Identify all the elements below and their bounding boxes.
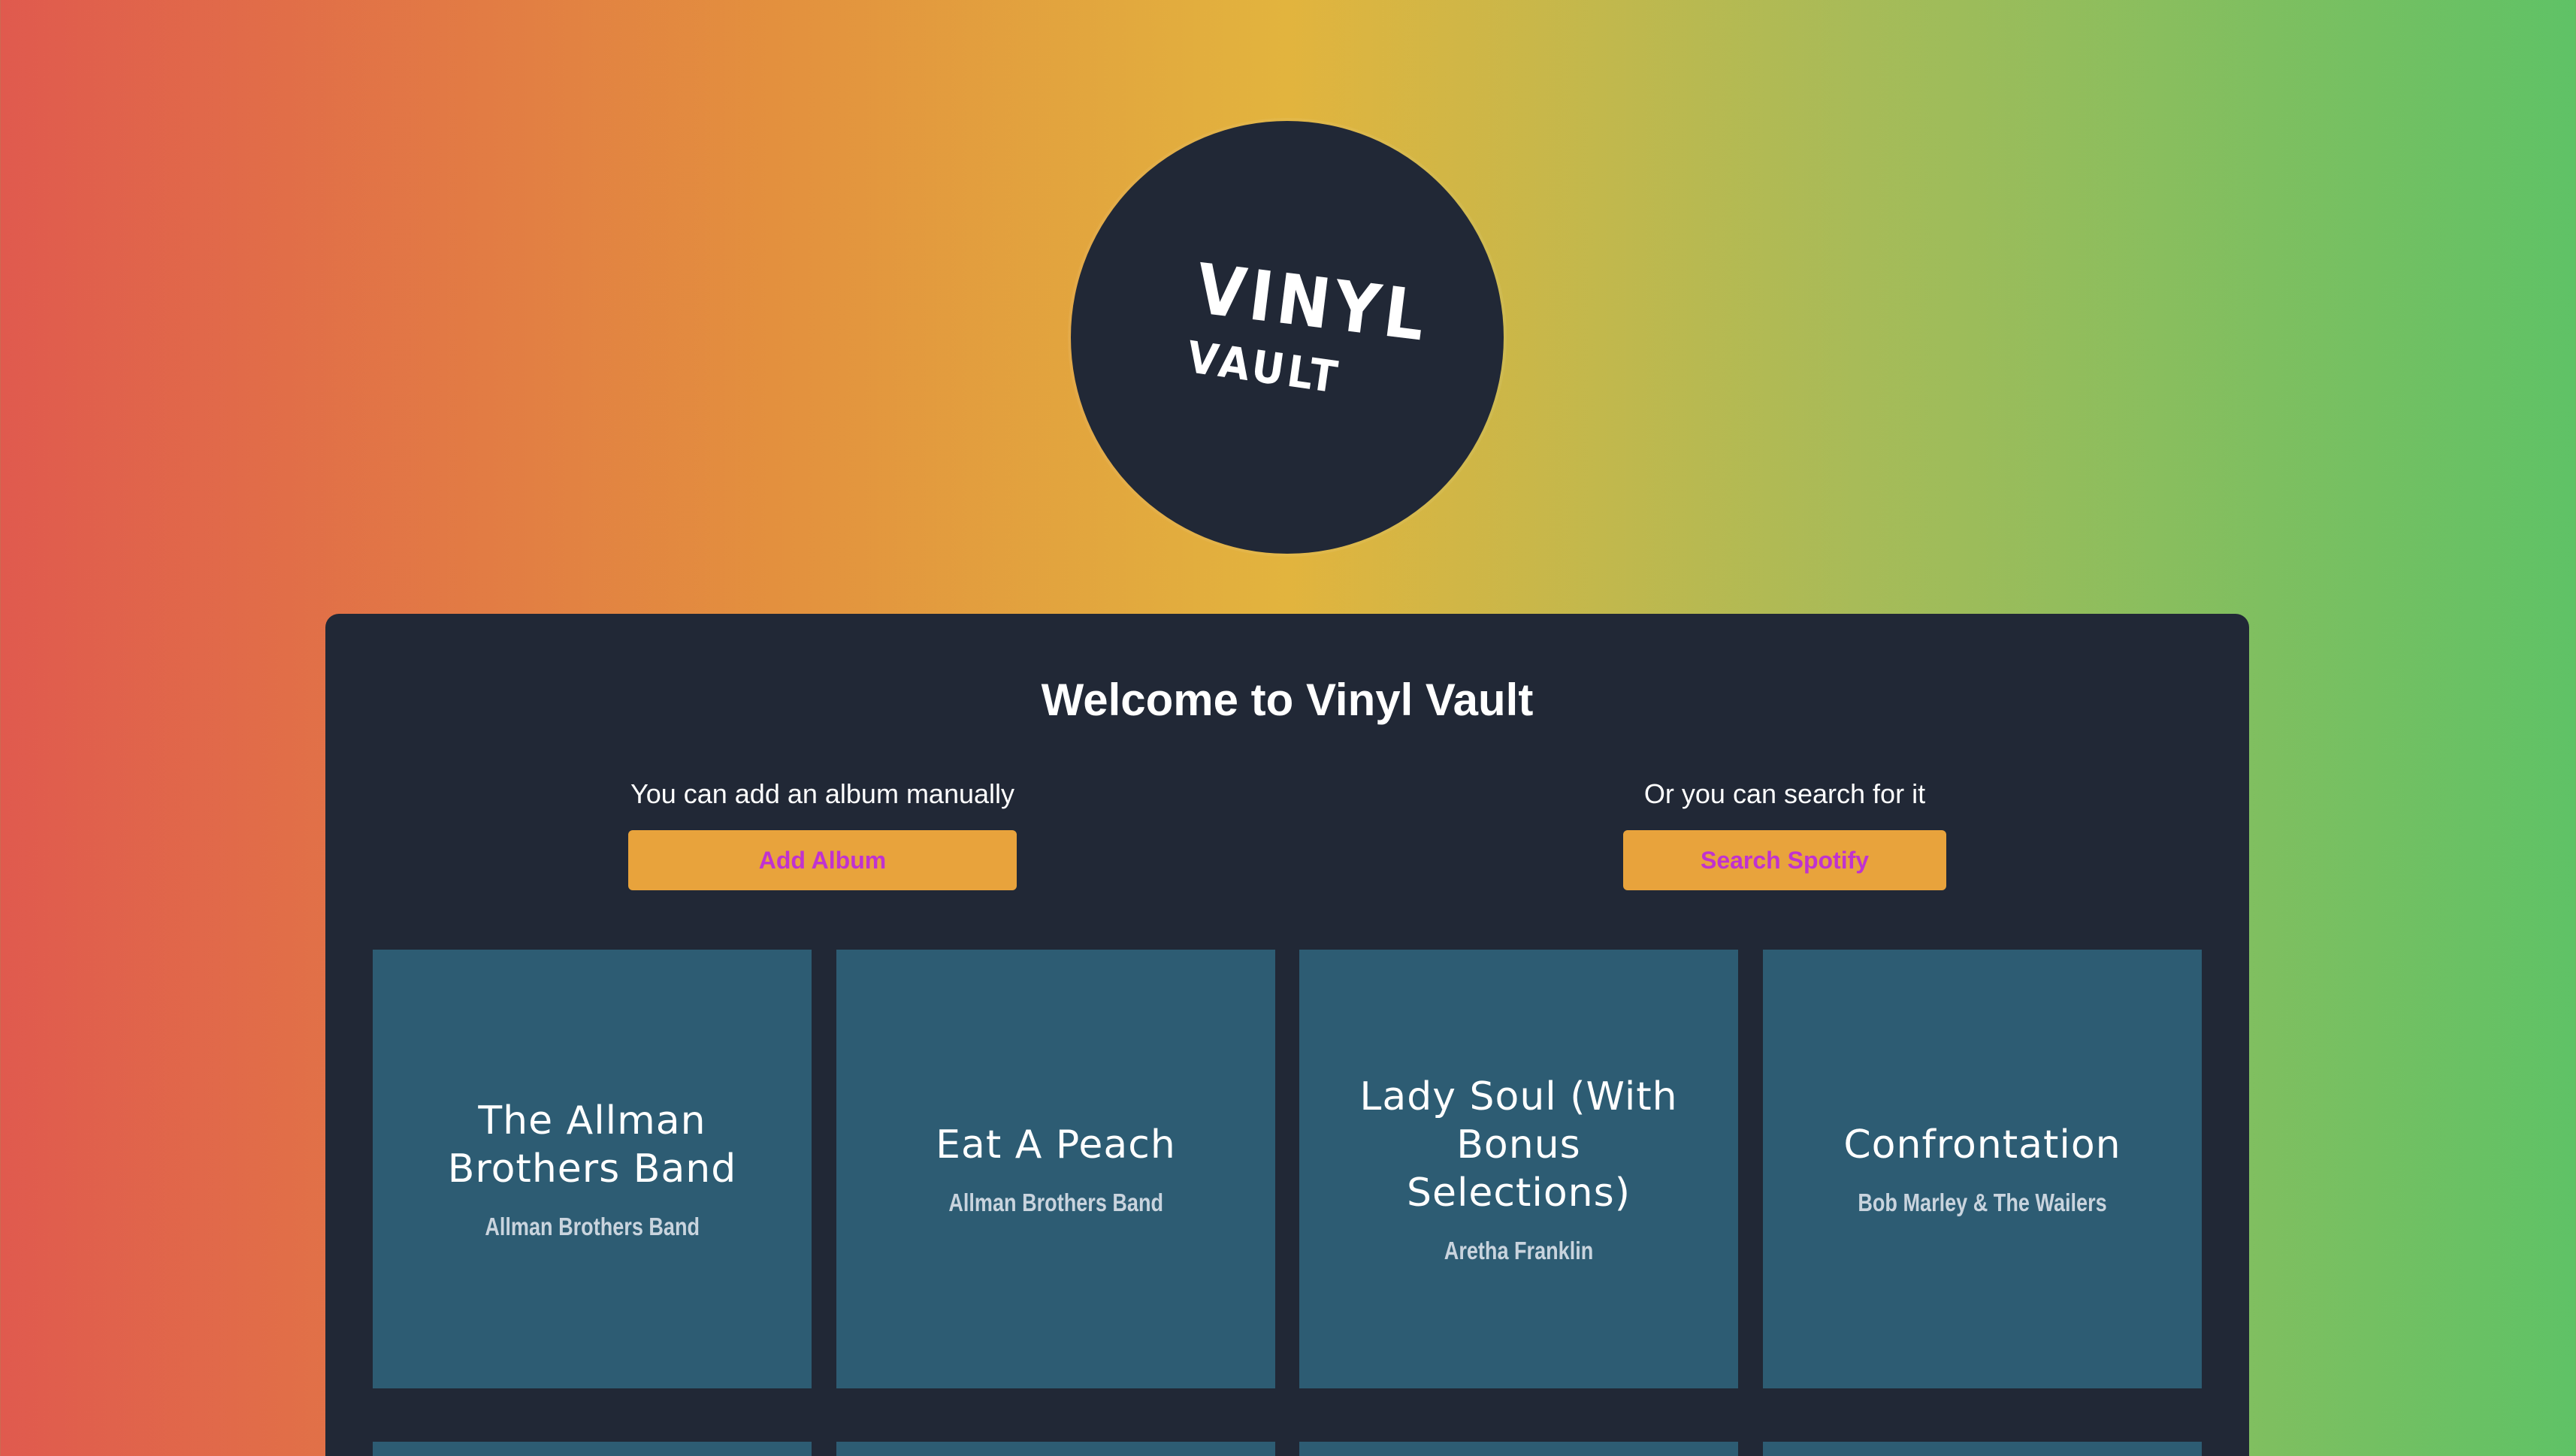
album-card[interactable] [1763, 1442, 2202, 1456]
search-spotify-button[interactable]: Search Spotify [1623, 830, 1946, 890]
album-title: Lady Soul (With Bonus Selections) [1359, 1074, 1678, 1216]
album-card[interactable] [1299, 1442, 1738, 1456]
logo[interactable]: VINYL VAULT [1071, 121, 1504, 554]
album-artist: Aretha Franklin [1444, 1237, 1594, 1264]
album-title: Eat A Peach [936, 1122, 1176, 1168]
album-title: The Allman Brothers Band [447, 1098, 737, 1192]
album-title: Confrontation [1843, 1122, 2121, 1168]
logo-text: VINYL VAULT [1071, 121, 1504, 554]
album-artist: Bob Marley & The Wailers [1858, 1189, 2107, 1216]
search-text: Or you can search for it [1643, 778, 1926, 809]
page-title: Welcome to Vinyl Vault [1041, 675, 1534, 725]
album-card[interactable]: Confrontation Bob Marley & The Wailers [1763, 950, 2202, 1388]
album-card[interactable] [373, 1442, 812, 1456]
manual-add-section: You can add an album manually Add Album [628, 773, 1017, 890]
manual-add-text: You can add an album manually [630, 778, 1015, 809]
search-section: Or you can search for it Search Spotify [1623, 773, 1946, 890]
album-card[interactable] [836, 1442, 1275, 1456]
album-card[interactable]: The Allman Brothers Band Allman Brothers… [373, 950, 812, 1388]
album-artist: Allman Brothers Band [948, 1189, 1163, 1216]
main-panel: Welcome to Vinyl Vault You can add an al… [325, 614, 2249, 1456]
add-album-button[interactable]: Add Album [628, 830, 1017, 890]
album-artist: Allman Brothers Band [485, 1213, 700, 1240]
album-card[interactable]: Eat A Peach Allman Brothers Band [836, 950, 1275, 1388]
album-card[interactable]: Lady Soul (With Bonus Selections) Aretha… [1299, 950, 1738, 1388]
